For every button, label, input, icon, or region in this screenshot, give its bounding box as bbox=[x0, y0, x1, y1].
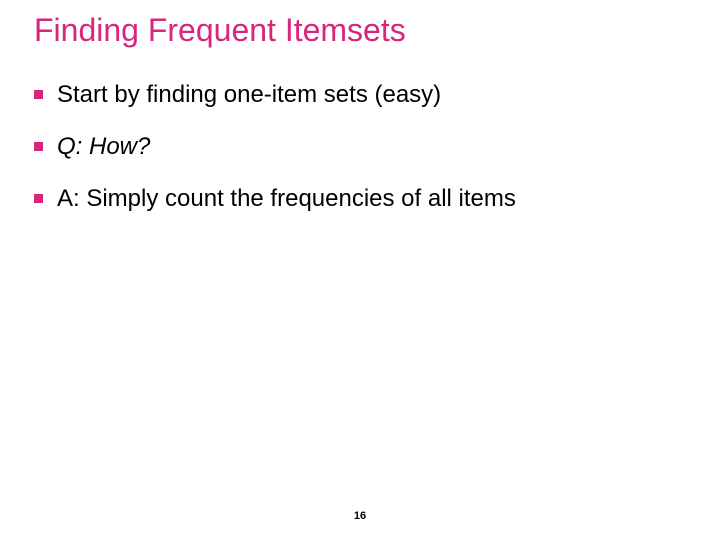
list-item: A: Simply count the frequencies of all i… bbox=[34, 184, 680, 214]
square-bullet-icon bbox=[34, 90, 43, 99]
page-number: 16 bbox=[0, 510, 720, 522]
bullet-list: Start by finding one-item sets (easy) Q:… bbox=[34, 80, 680, 236]
bullet-text: Q: How? bbox=[57, 132, 150, 162]
bullet-text: A: Simply count the frequencies of all i… bbox=[57, 184, 516, 214]
slide: Finding Frequent Itemsets Start by findi… bbox=[0, 0, 720, 540]
square-bullet-icon bbox=[34, 194, 43, 203]
bullet-text: Start by finding one-item sets (easy) bbox=[57, 80, 441, 110]
slide-title: Finding Frequent Itemsets bbox=[34, 12, 406, 49]
square-bullet-icon bbox=[34, 142, 43, 151]
list-item: Start by finding one-item sets (easy) bbox=[34, 80, 680, 110]
list-item: Q: How? bbox=[34, 132, 680, 162]
